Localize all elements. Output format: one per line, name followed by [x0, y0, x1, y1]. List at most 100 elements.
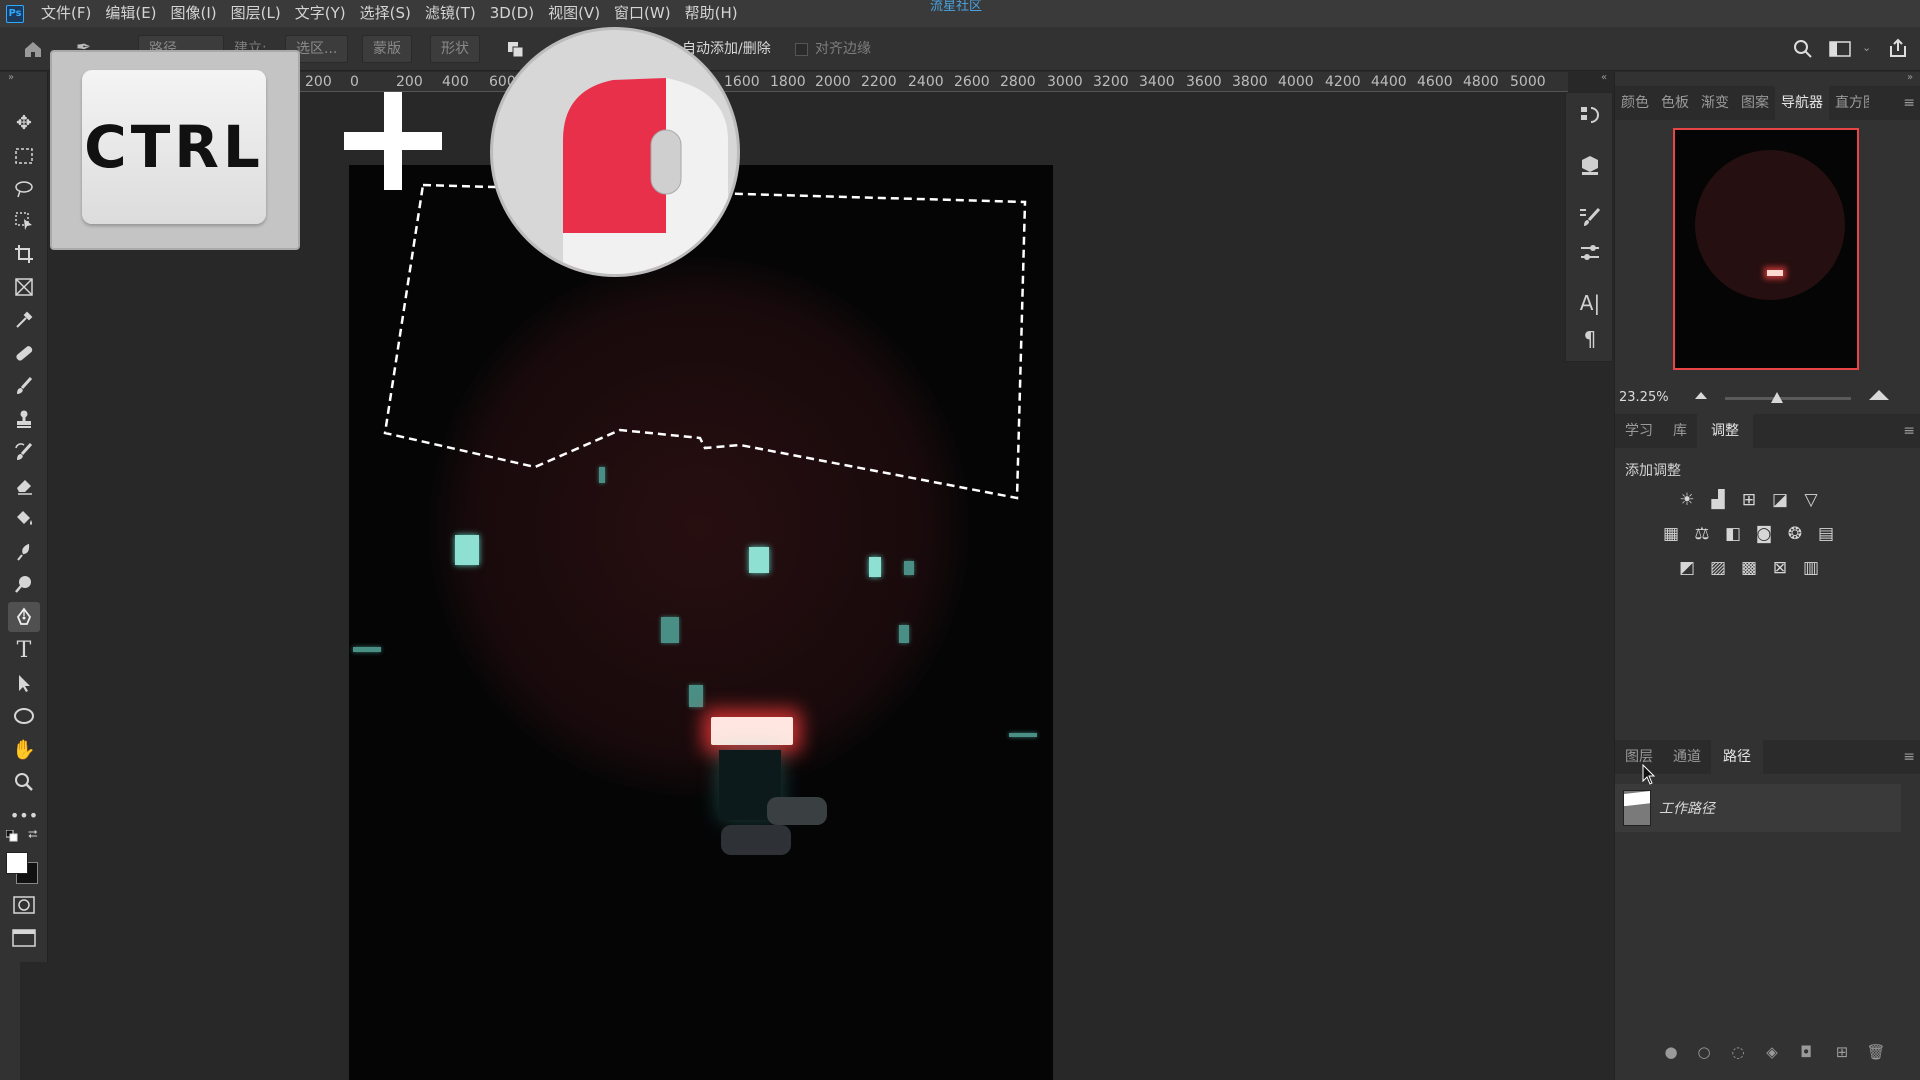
selective-color-icon[interactable]: ⊠ — [1768, 556, 1792, 580]
tab-paths[interactable]: 路径 — [1711, 740, 1763, 774]
hue-saturation-icon[interactable]: ▦ — [1659, 522, 1683, 546]
brush-icon[interactable] — [8, 371, 40, 401]
posterize-icon[interactable]: ▨ — [1706, 556, 1730, 580]
photo-filter-icon[interactable]: ◙ — [1752, 522, 1776, 546]
quick-mask-icon[interactable] — [8, 890, 40, 920]
make-mask-button[interactable]: 蒙版 — [362, 35, 412, 63]
tab-adjustments[interactable]: 调整 — [1697, 414, 1753, 448]
tab-color[interactable]: 颜色 — [1615, 86, 1655, 120]
3d-panel-icon[interactable] — [1578, 153, 1602, 177]
threshold-icon[interactable]: ▩ — [1737, 556, 1761, 580]
curves-icon[interactable]: ⊞ — [1737, 488, 1761, 512]
menu-image[interactable]: 图像(I) — [164, 0, 224, 27]
home-icon[interactable] — [22, 38, 44, 60]
type-icon[interactable]: T — [8, 635, 40, 665]
tab-navigator[interactable]: 导航器 — [1775, 86, 1829, 120]
path-list-item[interactable]: 工作路径 — [1615, 784, 1901, 832]
brush-settings-icon[interactable] — [1578, 205, 1602, 229]
foreground-color-swatch[interactable] — [6, 852, 28, 874]
stroke-path-icon[interactable]: ○ — [1694, 1042, 1714, 1062]
brightness-icon[interactable]: ☀ — [1675, 488, 1699, 512]
panel-expand-icon[interactable]: » — [1907, 72, 1913, 83]
path-operations-icon[interactable] — [506, 40, 526, 60]
tab-learn[interactable]: 学习 — [1615, 414, 1663, 448]
menu-3d[interactable]: 3D(D) — [483, 0, 541, 27]
navigator-thumbnail[interactable] — [1673, 128, 1859, 370]
workspace-icon[interactable] — [1829, 40, 1851, 58]
dodge-icon[interactable] — [8, 569, 40, 599]
hand-icon[interactable]: ✋ — [8, 734, 40, 764]
path-select-icon[interactable] — [8, 668, 40, 698]
color-lookup-icon[interactable]: ▤ — [1814, 522, 1838, 546]
more-icon[interactable]: ••• — [8, 800, 40, 830]
new-path-icon[interactable]: ⊞ — [1832, 1042, 1852, 1062]
healing-icon[interactable] — [8, 338, 40, 368]
invert-icon[interactable]: ◩ — [1675, 556, 1699, 580]
character-panel-icon[interactable]: A| — [1578, 291, 1602, 315]
tab-libraries[interactable]: 库 — [1663, 414, 1697, 448]
properties-panel-icon[interactable] — [1578, 241, 1602, 265]
navigator-zoom-value[interactable]: 23.25% — [1619, 390, 1669, 405]
black-white-icon[interactable]: ◧ — [1721, 522, 1745, 546]
panel-menu-icon[interactable]: ≡ — [1903, 414, 1915, 448]
menu-file[interactable]: 文件(F) — [34, 0, 98, 27]
zoom-out-icon[interactable] — [1695, 392, 1707, 399]
menu-window[interactable]: 窗口(W) — [607, 0, 678, 27]
panel-collapse-icon[interactable]: « — [1601, 72, 1607, 83]
screen-mode-icon[interactable] — [8, 923, 40, 953]
lasso-icon[interactable] — [8, 174, 40, 204]
channel-mixer-icon[interactable]: ❂ — [1783, 522, 1807, 546]
object-select-icon[interactable] — [8, 206, 40, 236]
delete-path-icon[interactable]: 🗑 — [1866, 1042, 1886, 1062]
tab-channels[interactable]: 通道 — [1663, 740, 1711, 774]
zoom-in-icon[interactable] — [1869, 390, 1889, 400]
tab-gradients[interactable]: 渐变 — [1695, 86, 1735, 120]
levels-icon[interactable]: ▟ — [1706, 488, 1730, 512]
zoom-icon[interactable] — [8, 767, 40, 797]
ellipse-icon[interactable] — [8, 701, 40, 731]
menu-select[interactable]: 选择(S) — [353, 0, 418, 27]
panel-menu-icon[interactable]: ≡ — [1903, 86, 1915, 120]
swap-colors-icon[interactable]: ⮂ — [28, 827, 38, 842]
menu-type[interactable]: 文字(Y) — [288, 0, 353, 27]
toolbar-collapse-icon[interactable]: » — [8, 72, 14, 83]
exposure-icon[interactable]: ◪ — [1768, 488, 1792, 512]
tab-swatches[interactable]: 色板 — [1655, 86, 1695, 120]
menu-layer[interactable]: 图层(L) — [224, 0, 288, 27]
make-shape-button[interactable]: 形状 — [430, 35, 480, 63]
load-selection-icon[interactable]: ◌ — [1728, 1042, 1748, 1062]
history-brush-icon[interactable] — [8, 437, 40, 467]
move-icon[interactable]: ✥ — [8, 108, 40, 138]
make-work-path-icon[interactable]: ◈ — [1762, 1042, 1782, 1062]
search-icon[interactable] — [1793, 39, 1813, 59]
add-mask-icon[interactable]: ◘ — [1796, 1042, 1816, 1062]
navigator-zoom-slider-handle[interactable] — [1771, 392, 1783, 403]
fill-path-icon[interactable]: ● — [1661, 1042, 1681, 1062]
crop-icon[interactable] — [8, 239, 40, 269]
history-panel-icon[interactable] — [1578, 103, 1602, 127]
menu-edit[interactable]: 编辑(E) — [98, 0, 163, 27]
menu-view[interactable]: 视图(V) — [541, 0, 607, 27]
blur-icon[interactable] — [8, 536, 40, 566]
menu-filter[interactable]: 滤镜(T) — [418, 0, 483, 27]
tab-histogram[interactable]: 直方图 — [1829, 86, 1869, 120]
panel-menu-icon[interactable]: ≡ — [1903, 740, 1915, 774]
marquee-icon[interactable] — [8, 141, 40, 171]
menu-help[interactable]: 帮助(H) — [678, 0, 745, 27]
align-edges-checkbox[interactable] — [795, 43, 808, 56]
document-canvas[interactable] — [349, 165, 1053, 1080]
eraser-icon[interactable] — [8, 470, 40, 500]
navigator-zoom-slider[interactable] — [1725, 397, 1851, 400]
pen-icon[interactable] — [8, 602, 40, 632]
bucket-icon[interactable] — [8, 503, 40, 533]
workspace-chevron-down-icon[interactable]: ⌄ — [1862, 41, 1871, 54]
stamp-icon[interactable] — [8, 404, 40, 434]
eyedropper-icon[interactable] — [8, 305, 40, 335]
default-colors-icon[interactable] — [5, 829, 18, 842]
tab-patterns[interactable]: 图案 — [1735, 86, 1775, 120]
gradient-map-icon[interactable]: ▥ — [1799, 556, 1823, 580]
paragraph-panel-icon[interactable]: ¶ — [1578, 327, 1602, 351]
color-balance-icon[interactable]: ⚖ — [1690, 522, 1714, 546]
frame-icon[interactable] — [8, 272, 40, 302]
vibrance-icon[interactable]: ▽ — [1799, 488, 1823, 512]
